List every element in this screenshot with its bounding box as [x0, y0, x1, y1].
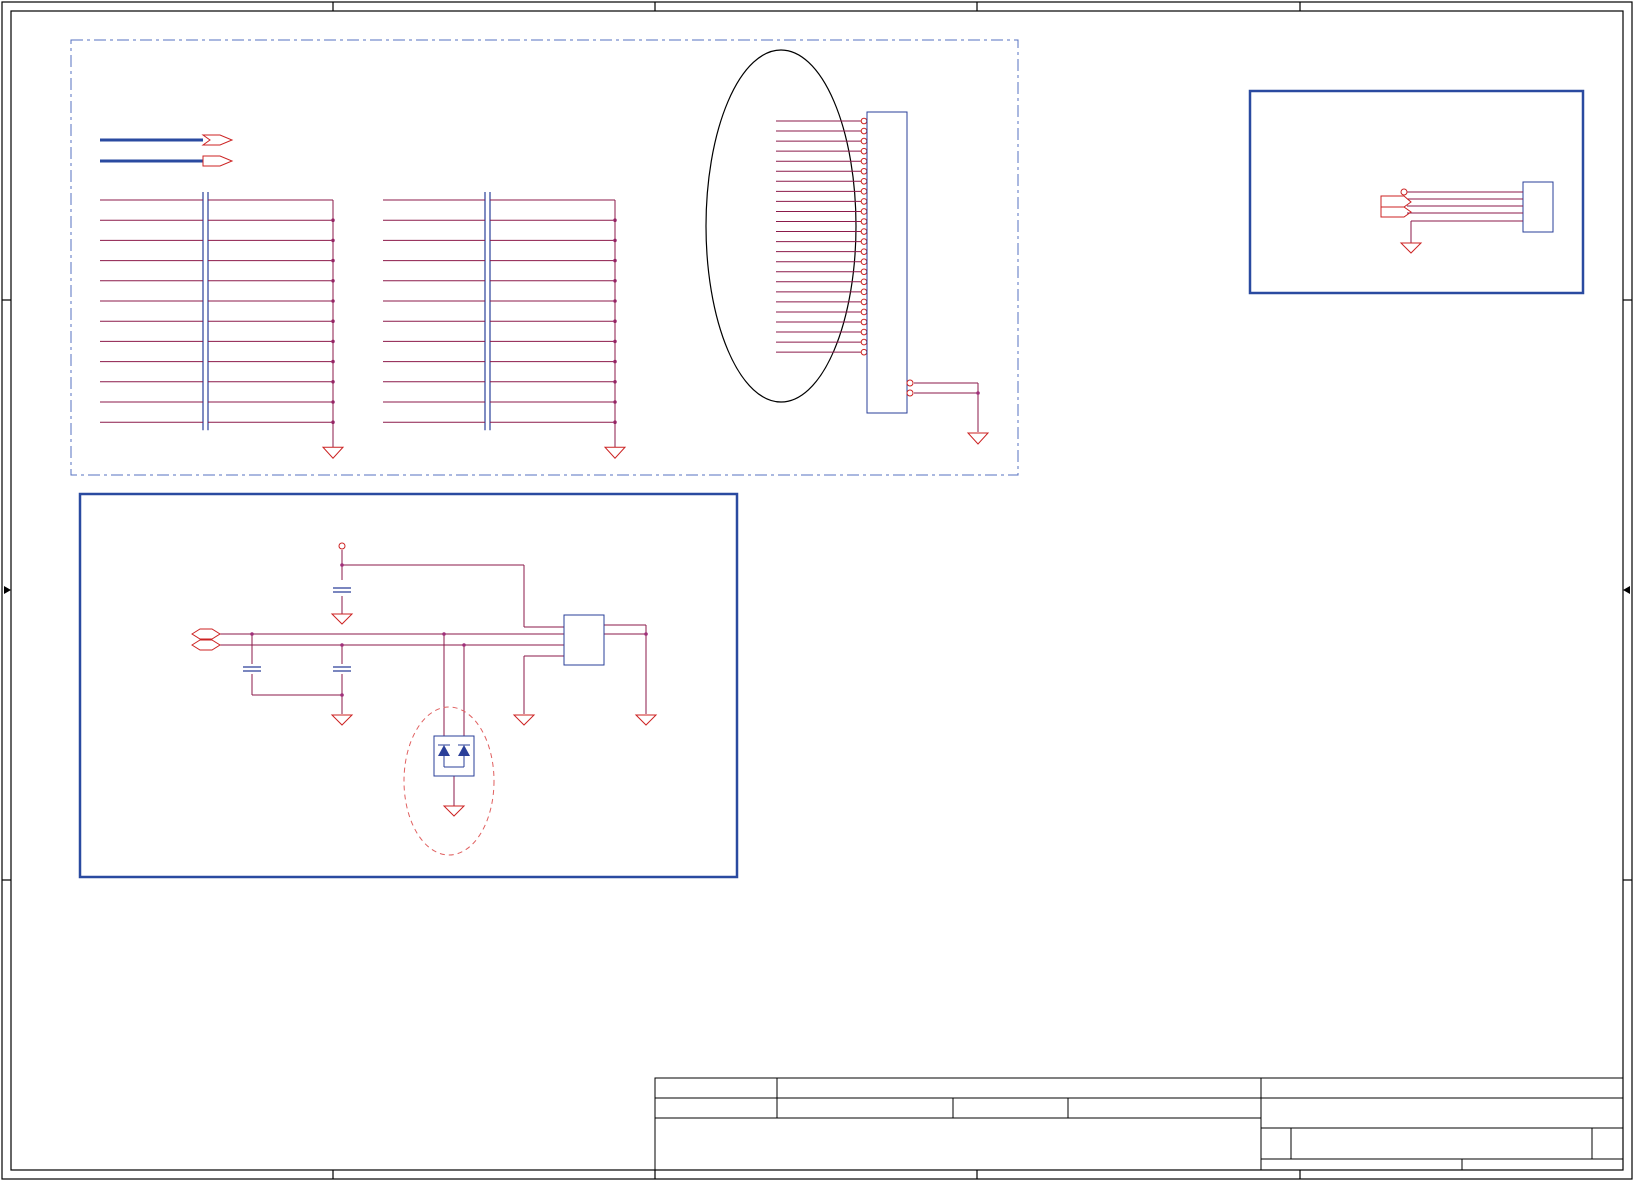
connector-pin [860, 308, 868, 316]
connector-pin [860, 248, 868, 255]
power-pin [1400, 188, 1408, 196]
connector-pin [860, 228, 868, 235]
port-group [100, 134, 234, 167]
shield-ground [914, 382, 979, 432]
connector-body [866, 111, 908, 414]
ground-symbol [634, 714, 658, 726]
small-connector [1380, 181, 1554, 254]
schematic-sheet [1, 1, 1633, 1180]
connector-region-boundary [70, 39, 1019, 476]
diode-1 [438, 745, 450, 756]
port-arrow-2 [202, 155, 234, 167]
port-arrow-1 [201, 134, 234, 146]
junction-dot [644, 632, 648, 636]
capacitor-right [333, 666, 351, 672]
connector-pin [860, 137, 868, 145]
connector-pin [860, 338, 868, 346]
connector-pin [860, 167, 868, 175]
connector-pin-group [776, 117, 868, 356]
ground-symbol [1399, 242, 1423, 254]
ground-symbol [321, 446, 345, 459]
bus-group-left [100, 192, 345, 459]
connector-pin [860, 328, 868, 336]
filter-circuit [220, 550, 647, 806]
filter-components [191, 542, 658, 856]
connector-pin [860, 268, 868, 276]
supply-pin [338, 542, 346, 550]
connector-pin [860, 198, 868, 205]
power-filter-block [78, 492, 739, 879]
capacitor-top [333, 587, 351, 593]
filter-chip [563, 614, 605, 666]
junction-dot [442, 632, 446, 636]
junction-dot [340, 563, 344, 567]
title-block [654, 1077, 1624, 1171]
sheet-frame [1, 1, 1633, 1180]
diff-port-negative [191, 639, 221, 651]
ground-symbol [330, 714, 354, 726]
junction-dot [250, 632, 254, 636]
highlight-ellipse [705, 49, 857, 403]
junction-dot [340, 693, 344, 697]
ground-symbol [512, 714, 536, 726]
connector-pin [860, 258, 868, 266]
connector-pin [860, 278, 868, 286]
center-arrow-right [1623, 586, 1630, 594]
connector-pin [860, 127, 868, 135]
connector-pin [860, 298, 868, 306]
signal-port-1 [1380, 195, 1412, 208]
connector-pin [860, 208, 868, 215]
connector-pin [860, 218, 868, 225]
connector-pin [860, 188, 868, 195]
junction-dot [462, 643, 466, 647]
shield-pin-1 [906, 379, 914, 387]
ground-symbol [442, 805, 466, 817]
diode-2 [458, 745, 470, 756]
connector-pin [860, 238, 868, 245]
ground-symbol [603, 446, 627, 459]
connector-pin [860, 348, 868, 356]
connector-pin [860, 147, 868, 155]
shield-pin-2 [906, 389, 914, 397]
junction-dot [340, 643, 344, 647]
junction-dot [976, 391, 980, 395]
ground-symbol [966, 432, 990, 445]
esd-highlight-ellipse [403, 706, 495, 856]
connector-pin [860, 157, 868, 165]
small-connector-body [1522, 181, 1554, 233]
ground-symbol [330, 613, 354, 625]
connector-pin [860, 318, 868, 326]
signal-port-2 [1380, 206, 1412, 218]
diff-port-positive [191, 628, 221, 640]
center-arrow-left [4, 586, 11, 594]
bus-group-right [383, 192, 627, 459]
connector-pin [860, 178, 868, 185]
capacitor-left [243, 666, 261, 672]
connector-pin [860, 117, 868, 125]
connector-pin [860, 288, 868, 296]
